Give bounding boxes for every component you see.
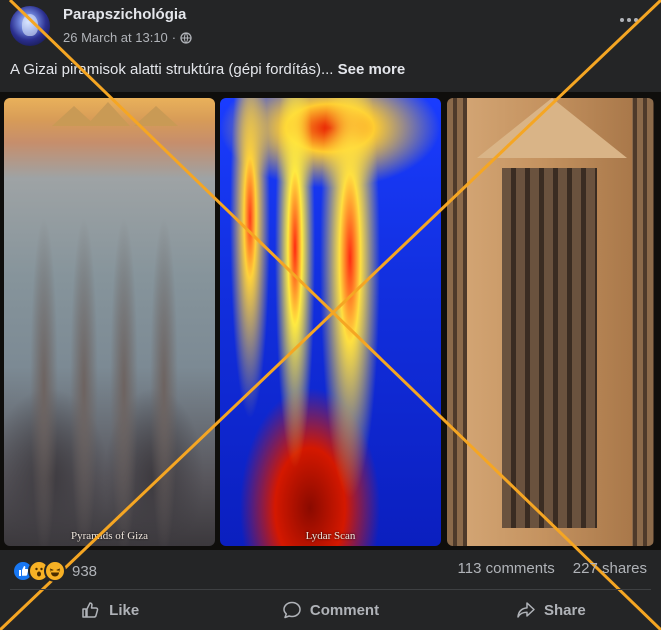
panel-label: Lydar Scan [305, 530, 356, 542]
reaction-count[interactable]: 938 [72, 563, 97, 580]
stats-divider [10, 589, 651, 590]
page-name-link[interactable]: Parapszichológia [63, 6, 186, 23]
panel-lidar-scan: Lydar Scan [220, 98, 441, 546]
thumbs-up-icon [82, 602, 99, 618]
shares-count-link[interactable]: 227 shares [573, 560, 647, 577]
panel-label: Pyramids of Giza [71, 530, 148, 542]
post-caption: A Gizai piramisok alatti struktúra (gépi… [10, 61, 405, 78]
share-button[interactable]: Share [441, 592, 661, 628]
pyramid-shape [134, 106, 178, 126]
meta-separator: · [171, 30, 177, 45]
globe-icon [180, 31, 192, 44]
share-label: Share [543, 601, 586, 619]
pyramid-shape [86, 102, 130, 126]
engagement-counts: 113 comments 227 shares [458, 560, 647, 577]
post-meta: 26 March at 13:10 · [63, 30, 192, 45]
like-button[interactable]: Like [0, 592, 220, 628]
like-label: Like [109, 601, 140, 619]
panel-structure-render [447, 98, 654, 546]
more-options-icon[interactable] [617, 10, 641, 30]
caption-text: A Gizai piramisok alatti struktúra (gépi… [10, 61, 334, 78]
post-image[interactable]: Pyramids of Giza Lydar Scan [0, 92, 661, 550]
post-stats: 938 113 comments 227 shares [0, 557, 661, 583]
comment-button[interactable]: Comment [220, 592, 440, 628]
comments-count-link[interactable]: 113 comments [458, 560, 555, 577]
shaft-columns [502, 168, 597, 528]
post-timestamp[interactable]: 26 March at 13:10 [63, 30, 168, 45]
haha-reaction-icon [44, 560, 66, 582]
tower-pyramid-cap [477, 98, 627, 158]
panel-pyramids: Pyramids of Giza [4, 98, 215, 546]
see-more-link[interactable]: See more [338, 61, 406, 78]
page-avatar[interactable] [10, 6, 50, 46]
post-header: Parapszichológia 26 March at 13:10 · [0, 0, 661, 56]
post-actions: Like Comment Share [0, 592, 661, 628]
share-arrow-icon [517, 602, 535, 618]
reactions-summary[interactable]: 938 [12, 560, 97, 582]
comment-label: Comment [309, 601, 380, 619]
comment-bubble-icon [283, 601, 301, 619]
